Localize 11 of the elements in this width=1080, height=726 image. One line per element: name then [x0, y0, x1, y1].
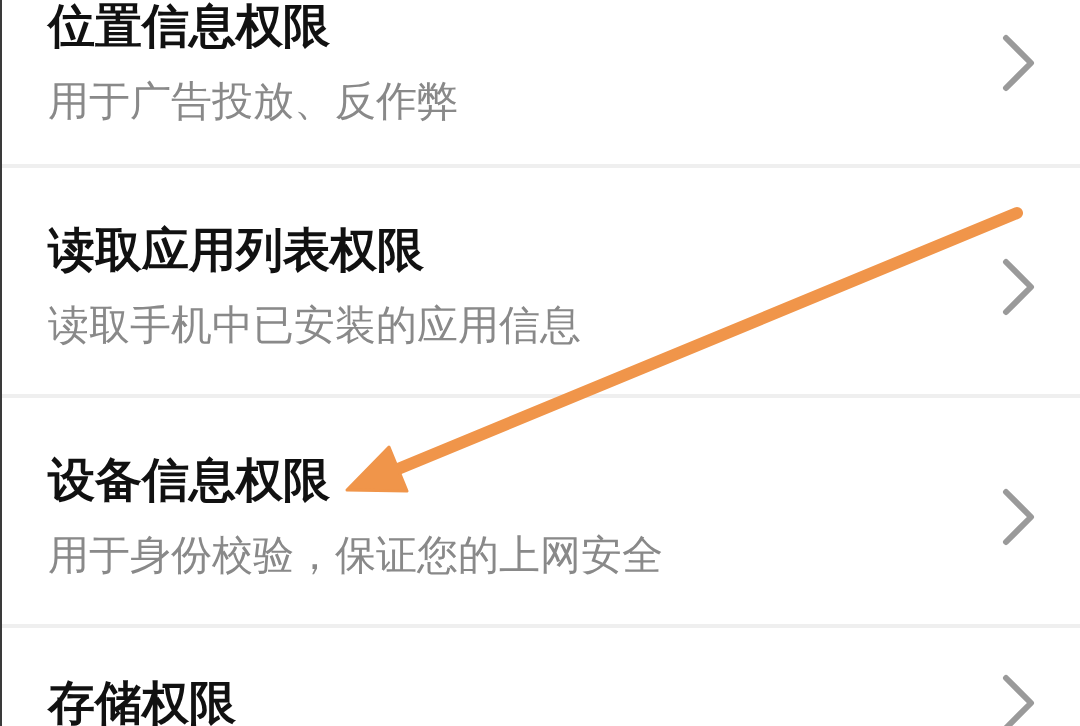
permission-title: 位置信息权限 — [48, 0, 330, 52]
permission-description: 用于身份校验，保证您的上网安全 — [48, 530, 663, 580]
chevron-right-icon[interactable] — [1002, 34, 1036, 92]
permission-title: 存储权限 — [48, 677, 236, 726]
permission-description: 读取手机中已安装的应用信息 — [48, 300, 581, 350]
chevron-right-icon[interactable] — [1002, 258, 1036, 316]
permission-description: 用于广告投放、反作弊 — [48, 76, 458, 126]
permission-title: 读取应用列表权限 — [48, 224, 424, 276]
chevron-right-icon[interactable] — [1002, 488, 1036, 546]
chevron-right-icon[interactable] — [1002, 674, 1036, 726]
permission-title: 设备信息权限 — [48, 454, 330, 506]
